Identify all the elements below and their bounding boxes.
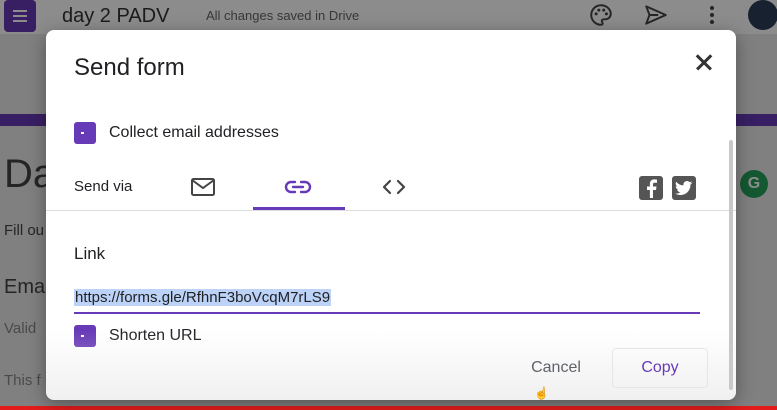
close-icon[interactable] xyxy=(692,50,716,74)
mail-icon[interactable] xyxy=(188,174,218,200)
video-progress-bar xyxy=(0,406,777,410)
copy-button[interactable]: Copy xyxy=(612,348,708,388)
send-via-label: Send via xyxy=(74,178,133,195)
tabs-divider xyxy=(46,210,736,211)
link-heading: Link xyxy=(74,244,106,263)
shorten-url-checkbox[interactable] xyxy=(74,325,96,347)
cancel-button[interactable]: Cancel xyxy=(512,348,600,388)
link-url-text[interactable]: https://forms.gle/RfhnF3boVcqM7rLS9 xyxy=(74,289,332,306)
dialog-title: Send form xyxy=(74,54,185,81)
collect-email-checkbox[interactable] xyxy=(74,122,96,144)
twitter-icon[interactable] xyxy=(672,176,696,200)
link-url-field[interactable]: https://forms.gle/RfhnF3boVcqM7rLS9 xyxy=(74,286,700,314)
facebook-icon[interactable] xyxy=(639,176,663,200)
embed-code-icon[interactable] xyxy=(379,174,409,200)
link-icon[interactable] xyxy=(283,174,313,200)
collect-email-label[interactable]: Collect email addresses xyxy=(109,124,279,142)
dialog-scrollbar[interactable] xyxy=(729,140,733,390)
shorten-url-label[interactable]: Shorten URL xyxy=(109,327,202,345)
send-form-dialog: Send form Collect email addresses Send v… xyxy=(46,30,736,400)
hand-cursor-icon: ☝ xyxy=(534,386,549,400)
